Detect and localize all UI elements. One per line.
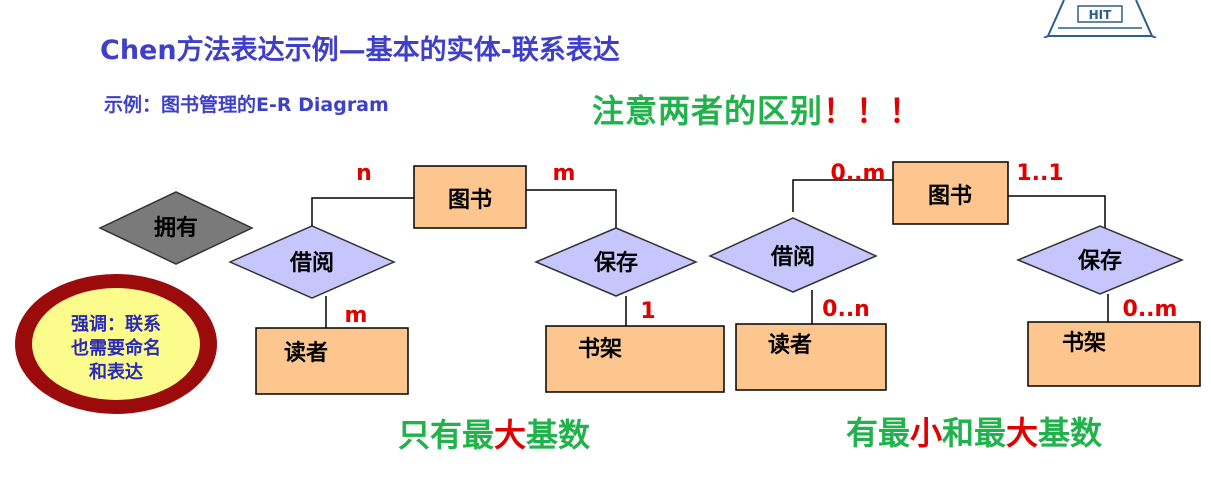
left-line-book-borrow <box>311 197 414 230</box>
left-entity-book-label: 图书 <box>448 188 492 213</box>
right-card-borrow-book: 0..m <box>831 161 886 186</box>
right-relation-store-label: 保存 <box>1077 248 1122 274</box>
left-caption-part2: 基数 <box>526 416 591 454</box>
right-caption-highlight2: 大 <box>1006 414 1038 452</box>
callout-line-1: 强调：联系 <box>71 314 161 335</box>
left-relation-store-label: 保存 <box>593 250 638 276</box>
right-caption: 有最小和最大基数 <box>846 414 1103 452</box>
left-relation-borrow-label: 借阅 <box>289 251 334 276</box>
er-diagram: 拥有 图书 借阅 保存 读者 书架 n m m 1 只有最大基数 图书 借阅 保… <box>15 161 1201 454</box>
left-caption: 只有最大基数 <box>398 416 591 454</box>
left-card-store-shelf: 1 <box>640 299 655 324</box>
right-entity-shelf-label: 书架 <box>1062 330 1106 356</box>
right-relation-borrow-label: 借阅 <box>770 245 815 270</box>
right-entity-book-label: 图书 <box>928 184 972 209</box>
right-card-borrow-reader: 0..n <box>822 297 870 322</box>
left-card-borrow-reader: m <box>345 303 368 328</box>
left-entity-reader <box>255 327 409 395</box>
callout-line-2: 也需要命名 <box>71 337 161 359</box>
left-entity-shelf-label: 书架 <box>578 336 622 362</box>
right-caption-part1: 有最 <box>846 414 910 452</box>
left-entity-reader-label: 读者 <box>284 341 328 366</box>
left-caption-highlight: 大 <box>494 416 526 454</box>
left-card-borrow-book: n <box>356 161 372 186</box>
right-caption-part3: 基数 <box>1038 414 1103 452</box>
right-card-store-book: 1..1 <box>1016 161 1063 186</box>
right-entity-reader-label: 读者 <box>768 333 812 358</box>
right-caption-part2: 和最 <box>942 414 1006 452</box>
left-line-book-store <box>526 189 617 230</box>
left-caption-part1: 只有最 <box>398 416 494 454</box>
left-card-store-book: m <box>553 161 576 186</box>
right-entity-shelf <box>1027 321 1201 387</box>
callout-line-3: 和表达 <box>89 361 143 383</box>
right-card-store-shelf: 0..m <box>1123 297 1178 322</box>
legend-relation-label: 拥有 <box>154 215 198 241</box>
right-line-book-store <box>1008 195 1106 228</box>
right-caption-highlight1: 小 <box>910 414 942 452</box>
left-entity-shelf <box>545 325 725 393</box>
